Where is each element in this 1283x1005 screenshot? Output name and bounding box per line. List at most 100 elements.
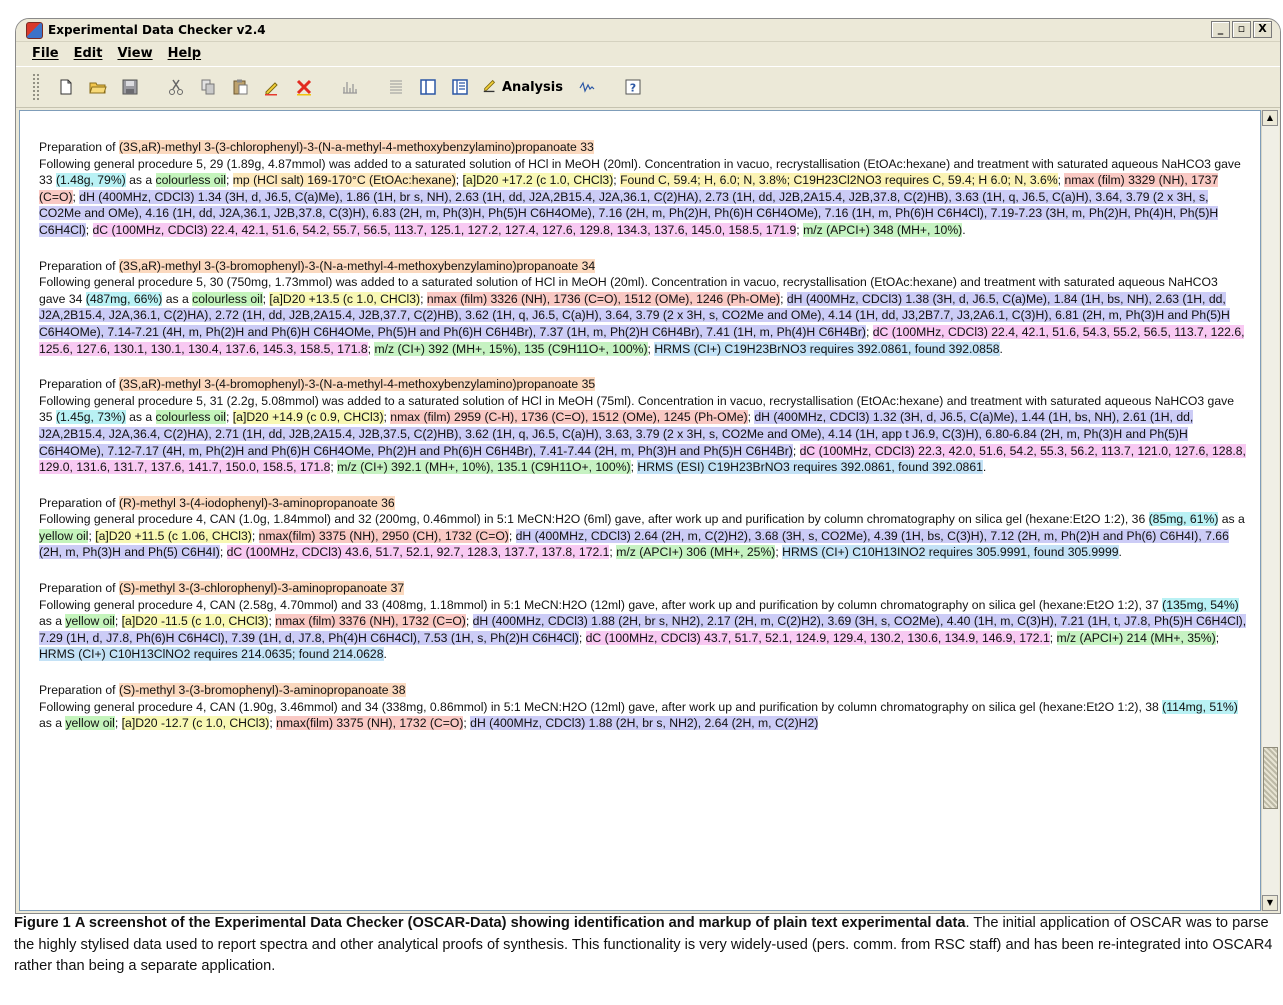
markup-cnmr[interactable]: dC (100MHz, CDCl3) 22.4, 42.1, 51.6, 54.… xyxy=(92,222,797,237)
analysis-label: Analysis xyxy=(502,79,563,95)
plain-text: Following general procedure 4, CAN (1.90… xyxy=(39,699,1163,714)
entry-body: Following general procedure 5, 31 (2.2g,… xyxy=(39,393,1247,476)
scroll-thumb[interactable] xyxy=(1263,747,1278,809)
list-panel-icon[interactable] xyxy=(449,76,471,98)
markup-state[interactable]: yellow oil xyxy=(65,716,115,731)
markup-ms[interactable]: m/z (APCI+) 348 (MH+, 10%) xyxy=(803,222,963,237)
markup-state[interactable]: yellow oil xyxy=(65,614,115,629)
entry-body: Following general procedure 5, 29 (1.89g… xyxy=(39,156,1247,239)
markup-rot[interactable]: [a]D20 -11.5 (c 1.0, CHCl3) xyxy=(121,614,269,629)
cut-icon[interactable] xyxy=(165,76,187,98)
app-logo-icon xyxy=(26,21,43,39)
plain-text: ; xyxy=(455,173,463,188)
plain-text: ; xyxy=(219,545,227,560)
compound-name[interactable]: (R)-methyl 3-(4-iodophenyl)-3-aminopropa… xyxy=(118,495,395,510)
markup-hrms[interactable]: HRMS (CI+) C10H13INO2 requires 305.9991,… xyxy=(782,545,1119,560)
plain-text: ; xyxy=(1049,630,1057,645)
plain-text: ; xyxy=(114,716,122,731)
compound-name[interactable]: (S)-methyl 3-(3-bromophenyl)-3-aminoprop… xyxy=(118,683,406,698)
scroll-up-button[interactable]: ▲ xyxy=(1262,110,1278,126)
document-pane[interactable]: Preparation of (3S,aR)-methyl 3-(3-chlor… xyxy=(19,110,1261,911)
help-icon[interactable]: ? xyxy=(622,76,644,98)
markup-hrms[interactable]: HRMS (ESI) C19H23BrNO3 requires 392.0861… xyxy=(637,460,983,475)
plain-text: ; xyxy=(792,443,800,458)
markup-rot[interactable]: [a]D20 -12.7 (c 1.0, CHCl3) xyxy=(121,716,270,731)
compound-name[interactable]: (3S,aR)-methyl 3-(4-bromophenyl)-3-(N-a-… xyxy=(118,377,596,392)
close-button[interactable]: X xyxy=(1253,21,1272,38)
paste-icon[interactable] xyxy=(229,76,251,98)
markup-ms[interactable]: m/z (CI+) 392.1 (MH+, 10%), 135.1 (C9H11… xyxy=(337,460,631,475)
markup-hrms[interactable]: HRMS (CI+) C10H13ClNO2 requires 214.0635… xyxy=(39,647,384,662)
markup-hnmr[interactable]: dH (400MHz, CDCl3) 1.88 (2H, br s, NH2),… xyxy=(470,716,819,731)
plain-text: as a xyxy=(125,410,156,425)
markup-ir[interactable]: nmax (film) 3326 (NH), 1736 (C=O), 1512 … xyxy=(426,291,781,306)
menu-view[interactable]: View xyxy=(117,46,152,61)
plain-text: ; xyxy=(251,528,259,543)
toolbar: Analysis ? xyxy=(16,66,1280,108)
entry-body: Following general procedure 4, CAN (2.58… xyxy=(39,597,1247,663)
markup-yield[interactable]: (1.45g, 73%) xyxy=(55,410,126,425)
markup-yield[interactable]: (85mg, 61%) xyxy=(1148,512,1219,527)
experimental-text[interactable]: Preparation of (3S,aR)-methyl 3-(3-chlor… xyxy=(39,139,1247,751)
markup-ms[interactable]: m/z (APCI+) 306 (MH+, 25%) xyxy=(616,545,776,560)
markup-cnmr[interactable]: dC (100MHz, CDCl3) 43.7, 51.7, 52.1, 124… xyxy=(585,630,1050,645)
markup-ir[interactable]: nmax(film) 3375 (NH), 2950 (CH), 1732 (C… xyxy=(258,528,509,543)
markup-rot[interactable]: [a]D20 +13.5 (c 1.0, CHCl3) xyxy=(269,291,421,306)
delete-icon[interactable] xyxy=(293,76,315,98)
maximize-button[interactable]: ▫ xyxy=(1232,21,1251,38)
title-bar[interactable]: Experimental Data Checker v2.4 _ ▫ X xyxy=(16,19,1280,42)
save-icon[interactable] xyxy=(119,76,141,98)
markup-yield[interactable]: (1.48g, 79%) xyxy=(55,173,126,188)
plain-text: . xyxy=(982,460,987,475)
highlight-icon[interactable] xyxy=(261,76,283,98)
markup-ms[interactable]: m/z (APCI+) 214 (MH+, 35%) xyxy=(1056,630,1216,645)
markup-mp[interactable]: mp (HCl salt) 169-170°C (EtOAc:hexane) xyxy=(232,173,456,188)
entry-title: Preparation of (S)-methyl 3-(3-chlorophe… xyxy=(39,580,1247,597)
new-file-icon[interactable] xyxy=(55,76,77,98)
menu-file[interactable]: File xyxy=(32,46,59,61)
checkmark-icon xyxy=(482,77,498,97)
copy-icon[interactable] xyxy=(197,76,219,98)
app-window: Experimental Data Checker v2.4 _ ▫ X Fil… xyxy=(15,18,1281,914)
markup-rot[interactable]: [a]D20 +17.2 (c 1.0, CHCl3) xyxy=(462,173,614,188)
experimental-entry: Preparation of (3S,aR)-methyl 3-(3-bromo… xyxy=(39,258,1247,358)
entry-title-prefix: Preparation of xyxy=(39,140,119,154)
entry-body: Following general procedure 5, 30 (750mg… xyxy=(39,274,1247,357)
compound-name[interactable]: (S)-methyl 3-(3-chlorophenyl)-3-aminopro… xyxy=(118,581,405,596)
menu-edit[interactable]: Edit xyxy=(74,46,103,61)
markup-ir[interactable]: nmax(film) 3375 (NH), 1732 (C=O) xyxy=(276,716,464,731)
plain-text: as a xyxy=(39,716,66,731)
markup-state[interactable]: yellow oil xyxy=(39,528,89,543)
compound-name[interactable]: (3S,aR)-methyl 3-(3-chlorophenyl)-3-(N-a… xyxy=(118,140,594,154)
markup-state[interactable]: colourless oil xyxy=(155,173,226,188)
analysis-button[interactable]: Analysis xyxy=(482,77,563,97)
markup-cnmr[interactable]: dC (100MHz, CDCl3) 43.6, 51.7, 52.1, 92.… xyxy=(226,545,610,560)
menu-help[interactable]: Help xyxy=(168,46,201,61)
panel-icon[interactable] xyxy=(417,76,439,98)
markup-ir[interactable]: nmax (film) 3376 (NH), 1732 (C=O) xyxy=(275,614,466,629)
compound-name[interactable]: (3S,aR)-methyl 3-(3-bromophenyl)-3-(N-a-… xyxy=(118,258,596,273)
toolbar-grip-handle[interactable] xyxy=(32,73,40,101)
text-icon[interactable] xyxy=(385,76,407,98)
chart-icon[interactable] xyxy=(576,76,598,98)
markup-yield[interactable]: (114mg, 51%) xyxy=(1162,699,1238,714)
minimize-button[interactable]: _ xyxy=(1211,21,1230,38)
markup-rot[interactable]: [a]D20 +14.9 (c 0.9, CHCl3) xyxy=(232,410,384,425)
markup-yield[interactable]: (135mg, 54%) xyxy=(1162,597,1239,612)
plain-text: ; xyxy=(780,291,787,306)
spectrum-icon[interactable] xyxy=(339,76,361,98)
markup-hrms[interactable]: HRMS (CI+) C19H23BrNO3 requires 392.0861… xyxy=(654,341,1000,356)
markup-yield[interactable]: (487mg, 66%) xyxy=(85,291,163,306)
markup-state[interactable]: colourless oil xyxy=(155,410,226,425)
markup-anal[interactable]: Found C, 59.4; H, 6.0; N, 3.8%; C19H23Cl… xyxy=(620,173,1058,188)
vertical-scrollbar[interactable]: ▲ ▼ xyxy=(1261,110,1279,911)
markup-ir[interactable]: nmax (film) 2959 (C-H), 1736 (C=O), 1512… xyxy=(390,410,748,425)
plain-text: as a xyxy=(1218,512,1245,527)
markup-rot[interactable]: [a]D20 +11.5 (c 1.06, CHCl3) xyxy=(95,528,252,543)
markup-ms[interactable]: m/z (CI+) 392 (MH+, 15%), 135 (C9H11O+, … xyxy=(374,341,648,356)
open-folder-icon[interactable] xyxy=(87,76,109,98)
experimental-entry: Preparation of (S)-methyl 3-(3-bromophen… xyxy=(39,682,1247,732)
scroll-down-button[interactable]: ▼ xyxy=(1262,895,1278,911)
entry-title-prefix: Preparation of xyxy=(39,258,119,273)
markup-state[interactable]: colourless oil xyxy=(192,291,263,306)
